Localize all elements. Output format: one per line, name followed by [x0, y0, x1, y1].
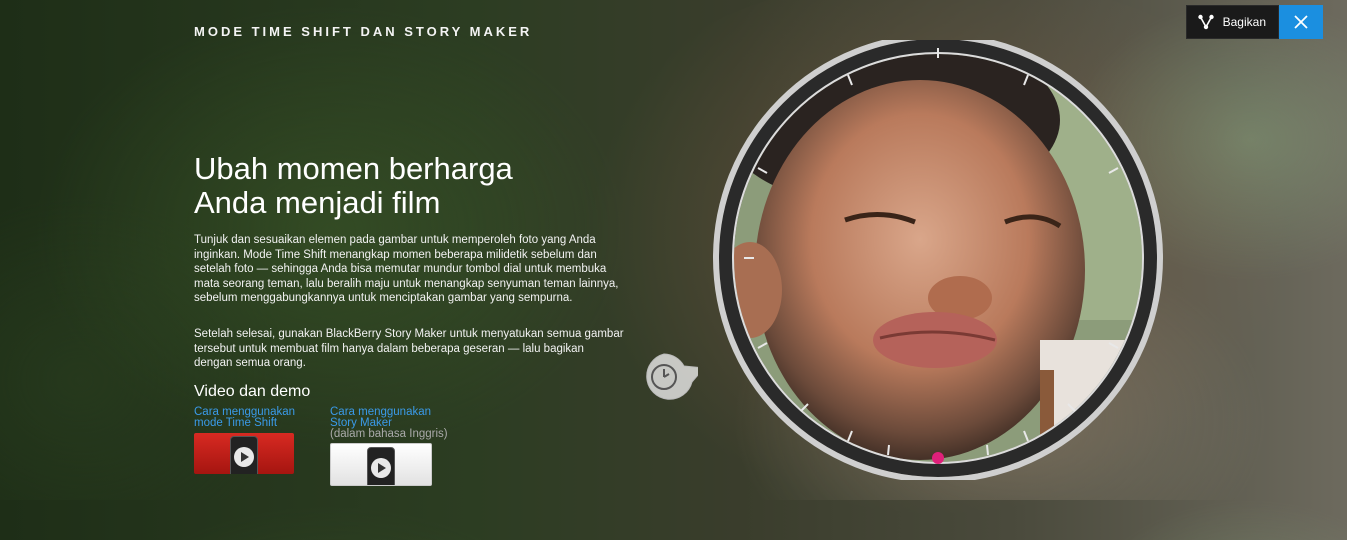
- headline: Ubah momen berharga Anda menjadi film: [194, 152, 513, 220]
- video-link-time-shift[interactable]: Cara menggunakan mode Time Shift: [194, 406, 295, 429]
- close-button[interactable]: [1279, 5, 1323, 39]
- video-link-story-maker[interactable]: Cara menggunakan Story Maker (dalam baha…: [330, 406, 448, 440]
- video-thumbnail-time-shift[interactable]: [194, 433, 294, 474]
- clock-bubble[interactable]: [634, 352, 706, 402]
- intro-paragraph: Tunjuk dan sesuaikan elemen pada gambar …: [194, 234, 619, 305]
- headline-line-2: Anda menjadi film: [194, 185, 441, 220]
- time-shift-dial: [713, 40, 1163, 480]
- story-maker-paragraph: Setelah selesai, gunakan BlackBerry Stor…: [194, 328, 624, 370]
- share-bar: Bagikan: [1185, 5, 1323, 39]
- play-icon: [234, 446, 254, 467]
- time-marker: [932, 452, 944, 464]
- clock-icon: [646, 353, 706, 400]
- video-link-note: (dalam bahasa Inggris): [330, 428, 448, 440]
- close-icon: [1294, 15, 1308, 29]
- headline-line-1: Ubah momen berharga: [194, 151, 513, 186]
- share-icon: [1197, 14, 1214, 30]
- phone-icon: [367, 446, 395, 485]
- video-section-heading: Video dan demo: [194, 383, 311, 400]
- share-label: Bagikan: [1222, 15, 1266, 29]
- play-icon: [371, 457, 391, 478]
- share-button[interactable]: Bagikan: [1185, 5, 1279, 39]
- video-thumbnail-story-maker[interactable]: [330, 443, 432, 486]
- phone-icon: [230, 435, 258, 474]
- page-title: MODE TIME SHIFT DAN STORY MAKER: [194, 24, 533, 39]
- video-link-line: mode Time Shift: [194, 417, 278, 429]
